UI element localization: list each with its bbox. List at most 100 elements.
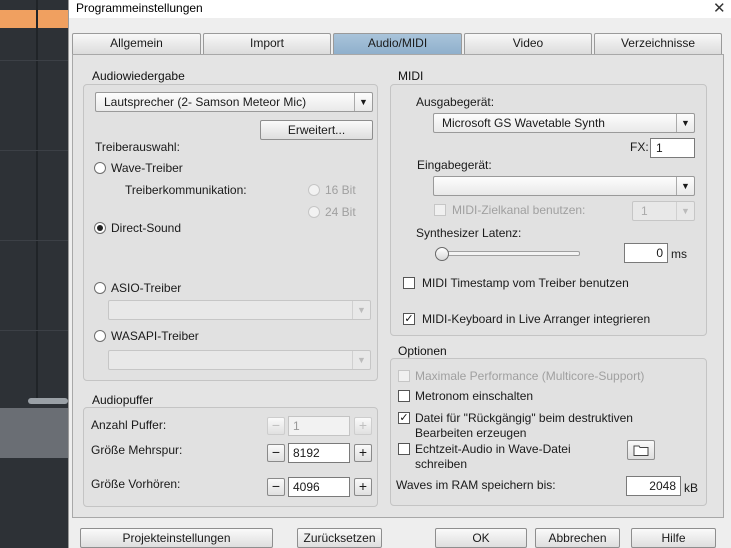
- settings-dialog: Programmeinstellungen ✕ Allgemein Import…: [68, 0, 731, 548]
- latency-unit: ms: [671, 247, 687, 261]
- latency-label: Synthesizer Latenz:: [416, 226, 522, 240]
- wave-driver-label: Wave-Treiber: [111, 161, 183, 175]
- background-track-highlight: [0, 10, 68, 28]
- wasapi-driver-radio[interactable]: [94, 330, 106, 342]
- chevron-down-icon: ▼: [676, 114, 694, 132]
- asio-device-select[interactable]: ▼: [108, 300, 371, 320]
- 24bit-radio[interactable]: [308, 206, 320, 218]
- audio-device-value: Lautsprecher (2- Samson Meteor Mic): [104, 95, 307, 109]
- 16bit-radio[interactable]: [308, 184, 320, 196]
- multitrack-size-minus[interactable]: −: [267, 444, 285, 462]
- input-device-label: Eingabegerät:: [417, 158, 492, 172]
- buffer-count-label: Anzahl Puffer:: [91, 418, 167, 432]
- options-title: Optionen: [398, 344, 447, 358]
- keyboard-checkbox[interactable]: ✓: [403, 313, 415, 325]
- background-line: [0, 60, 68, 61]
- check-icon: ✓: [404, 313, 414, 325]
- buffer-count-field[interactable]: 1: [288, 416, 350, 436]
- max-performance-checkbox[interactable]: [398, 370, 410, 382]
- wasapi-device-select[interactable]: ▼: [108, 350, 371, 370]
- close-icon[interactable]: ✕: [713, 0, 726, 17]
- chevron-down-icon: ▼: [354, 93, 372, 111]
- background-scrollbar[interactable]: [28, 398, 68, 404]
- output-device-label: Ausgabegerät:: [416, 95, 495, 109]
- driver-comm-label: Treiberkommunikation:: [125, 183, 247, 197]
- chevron-down-icon: ▼: [676, 177, 694, 195]
- preview-size-label: Größe Vorhören:: [91, 477, 181, 491]
- radio-selected-dot: [97, 225, 103, 231]
- asio-driver-label: ASIO-Treiber: [111, 281, 182, 295]
- 16bit-label: 16 Bit: [325, 183, 356, 197]
- buffer-count-plus[interactable]: +: [354, 417, 372, 435]
- target-channel-label: MIDI-Zielkanal benutzen:: [452, 203, 586, 217]
- chevron-down-icon: ▼: [676, 202, 694, 220]
- title-bar: Programmeinstellungen ✕: [69, 0, 731, 18]
- audio-device-select[interactable]: Lautsprecher (2- Samson Meteor Mic) ▼: [95, 92, 373, 112]
- realtime-audio-label-line2: schreiben: [415, 457, 468, 471]
- timestamp-checkbox[interactable]: [403, 277, 415, 289]
- midi-output-select[interactable]: Microsoft GS Wavetable Synth ▼: [433, 113, 695, 133]
- driver-selection-label: Treiberauswahl:: [95, 140, 180, 154]
- tab-video[interactable]: Video: [464, 33, 592, 54]
- keyboard-label: MIDI-Keyboard in Live Arranger integrier…: [422, 312, 651, 326]
- help-button[interactable]: Hilfe: [631, 528, 716, 548]
- cancel-button[interactable]: Abbrechen: [535, 528, 620, 548]
- wasapi-driver-label: WASAPI-Treiber: [111, 329, 199, 343]
- metronome-checkbox[interactable]: [398, 390, 410, 402]
- direct-sound-label: Direct-Sound: [111, 221, 182, 235]
- direct-sound-radio[interactable]: [94, 222, 106, 234]
- target-channel-value: 1: [641, 204, 648, 218]
- folder-button[interactable]: [627, 440, 655, 460]
- midi-input-select[interactable]: ▼: [433, 176, 695, 196]
- realtime-audio-label-line1: Echtzeit-Audio in Wave-Datei: [415, 442, 571, 456]
- audio-playback-title: Audiowiedergabe: [92, 69, 185, 83]
- multitrack-size-field[interactable]: 8192: [288, 443, 350, 463]
- dialog-title: Programmeinstellungen: [76, 1, 203, 15]
- preview-size-minus[interactable]: −: [267, 478, 285, 496]
- undo-file-label-line2: Bearbeiten erzeugen: [415, 426, 527, 440]
- target-channel-checkbox[interactable]: [434, 204, 446, 216]
- reset-button[interactable]: Zurücksetzen: [297, 528, 382, 548]
- ok-button[interactable]: OK: [435, 528, 527, 548]
- fx-field[interactable]: 1: [650, 138, 695, 158]
- 24bit-label: 24 Bit: [325, 205, 356, 219]
- preview-size-plus[interactable]: +: [354, 478, 372, 496]
- background-panel: [0, 408, 68, 458]
- tab-verzeichnisse[interactable]: Verzeichnisse: [594, 33, 722, 54]
- undo-file-label-line1: Datei für "Rückgängig" beim destruktiven: [415, 411, 633, 425]
- extended-button[interactable]: Erweitert...: [260, 120, 373, 140]
- project-settings-button[interactable]: Projekteinstellungen: [80, 528, 273, 548]
- multitrack-size-label: Größe Mehrspur:: [91, 443, 183, 457]
- midi-output-value: Microsoft GS Wavetable Synth: [442, 116, 605, 130]
- metronome-label: Metronom einschalten: [415, 389, 534, 403]
- latency-slider-thumb[interactable]: [435, 247, 449, 261]
- multitrack-size-plus[interactable]: +: [354, 444, 372, 462]
- undo-file-checkbox[interactable]: ✓: [398, 412, 410, 424]
- fx-label: FX:: [630, 140, 649, 154]
- buffer-count-minus[interactable]: −: [267, 417, 285, 435]
- midi-title: MIDI: [398, 69, 424, 83]
- chevron-down-icon: ▼: [352, 351, 370, 369]
- background-line: [0, 150, 68, 151]
- check-icon: ✓: [399, 412, 409, 424]
- preview-size-field[interactable]: 4096: [288, 477, 350, 497]
- realtime-audio-checkbox[interactable]: [398, 443, 410, 455]
- background-line: [0, 330, 68, 331]
- audio-buffer-title: Audiopuffer: [92, 393, 154, 407]
- tab-audio-midi[interactable]: Audio/MIDI: [333, 33, 462, 54]
- chevron-down-icon: ▼: [352, 301, 370, 319]
- ram-limit-unit: kB: [684, 481, 699, 495]
- tab-import[interactable]: Import: [203, 33, 331, 54]
- timestamp-label: MIDI Timestamp vom Treiber benutzen: [422, 276, 629, 290]
- background-app: [0, 0, 68, 548]
- latency-field[interactable]: 0: [624, 243, 668, 263]
- ram-limit-field[interactable]: 2048: [626, 476, 681, 496]
- max-performance-label: Maximale Performance (Multicore-Support): [415, 369, 645, 383]
- wave-driver-radio[interactable]: [94, 162, 106, 174]
- asio-driver-radio[interactable]: [94, 282, 106, 294]
- ram-limit-label: Waves im RAM speichern bis:: [396, 478, 556, 492]
- tab-allgemein[interactable]: Allgemein: [72, 33, 201, 54]
- latency-slider[interactable]: [435, 251, 580, 256]
- folder-icon: [633, 445, 649, 456]
- target-channel-select[interactable]: 1 ▼: [632, 201, 695, 221]
